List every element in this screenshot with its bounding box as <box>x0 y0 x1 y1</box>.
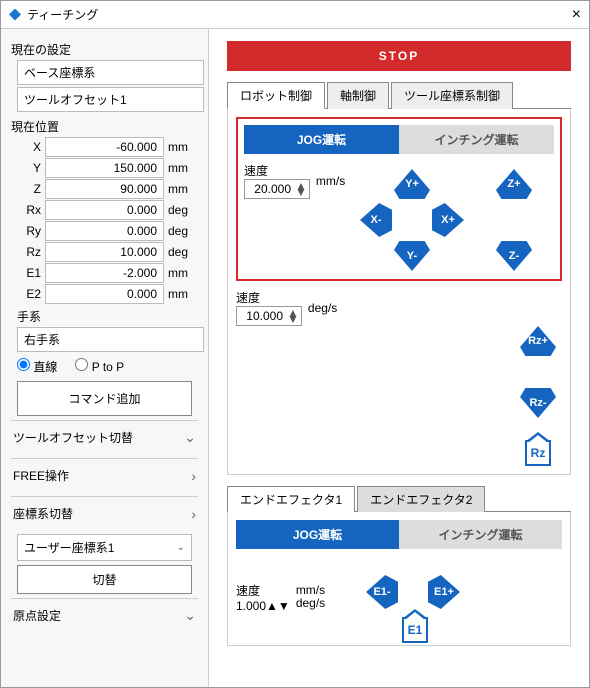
axis-unit: deg <box>168 224 198 238</box>
jog-z-minus[interactable]: Z- <box>496 241 532 271</box>
axis-unit: deg <box>168 203 198 217</box>
tab-ee2[interactable]: エンドエフェクタ2 <box>357 486 485 512</box>
axis-value[interactable]: 90.000 <box>45 179 164 199</box>
tab-axis[interactable]: 軸制御 <box>327 82 389 109</box>
coord-select[interactable]: ユーザー座標系1⌄ <box>17 534 192 561</box>
axis-label: Z <box>11 182 41 196</box>
stop-button[interactable]: STOP <box>227 41 571 71</box>
tab-tool[interactable]: ツール座標系制御 <box>391 82 513 109</box>
jog-rz-plus[interactable]: Rz+ <box>520 326 556 356</box>
seg-inching[interactable]: インチング運転 <box>399 125 554 154</box>
axis-unit: mm <box>168 266 198 280</box>
speed-label: 速度 <box>236 289 302 306</box>
axis-unit: mm <box>168 182 198 196</box>
axis-label: Rx <box>11 203 41 217</box>
jog-x-minus[interactable]: X- <box>360 203 392 237</box>
chevron-right-icon: › <box>191 468 196 484</box>
acc-tool-offset[interactable]: ツールオフセット切替⌄ <box>11 420 198 454</box>
tab-robot[interactable]: ロボット制御 <box>227 82 325 109</box>
home-e1[interactable]: E1 <box>402 617 428 643</box>
axis-unit: mm <box>168 161 198 175</box>
current-position-header: 現在位置 <box>11 118 198 135</box>
acc-origin[interactable]: 原点設定⌄ <box>11 598 198 632</box>
window-title: ティーチング <box>27 6 98 23</box>
jog-z-plus[interactable]: Z+ <box>496 169 532 199</box>
seg-jog-ee[interactable]: JOG運転 <box>236 520 399 549</box>
app-icon <box>9 9 21 21</box>
speed2-input[interactable]: 10.000▲▼ <box>236 306 302 326</box>
radio-line[interactable]: 直線 <box>17 358 57 375</box>
axis-value[interactable]: -60.000 <box>45 137 164 157</box>
jog-y-plus[interactable]: Y+ <box>394 169 430 199</box>
axis-value[interactable]: 0.000 <box>45 284 164 304</box>
ee-unit2: deg/s <box>296 597 325 610</box>
seg-inching-ee[interactable]: インチング運転 <box>399 520 562 549</box>
hand-value[interactable]: 右手系 <box>17 327 204 352</box>
switch-button[interactable]: 切替 <box>17 565 192 594</box>
tool-offset-field[interactable]: ツールオフセット1 <box>17 87 204 112</box>
axis-value[interactable]: 10.000 <box>45 242 164 262</box>
jog-e1-minus[interactable]: E1- <box>366 575 398 609</box>
chevron-down-icon: ⌄ <box>177 542 185 553</box>
acc-coord[interactable]: 座標系切替› <box>11 496 198 530</box>
jog-x-plus[interactable]: X+ <box>432 203 464 237</box>
axis-value[interactable]: 150.000 <box>45 158 164 178</box>
axis-value[interactable]: -2.000 <box>45 263 164 283</box>
hand-header: 手系 <box>17 308 198 325</box>
axis-unit: mm <box>168 140 198 154</box>
axis-label: Ry <box>11 224 41 238</box>
chevron-down-icon: ⌄ <box>184 429 196 446</box>
axis-label: X <box>11 140 41 154</box>
jog-y-minus[interactable]: Y- <box>394 241 430 271</box>
axis-value[interactable]: 0.000 <box>45 221 164 241</box>
axis-value[interactable]: 0.000 <box>45 200 164 220</box>
radio-ptop[interactable]: P to P <box>75 358 124 375</box>
add-command-button[interactable]: コマンド追加 <box>17 381 192 416</box>
chevron-down-icon: ⌄ <box>184 607 196 624</box>
axis-unit: mm <box>168 287 198 301</box>
current-settings-header: 現在の設定 <box>11 41 198 58</box>
speed-label: 速度 <box>236 582 290 599</box>
jog-xyz-box: JOG運転 インチング運転 速度 20.000▲▼ mm/s Y+ Y- X- … <box>236 117 562 281</box>
chevron-right-icon: › <box>191 506 196 522</box>
tab-ee1[interactable]: エンドエフェクタ1 <box>227 486 355 512</box>
axis-label: Rz <box>11 245 41 259</box>
seg-jog[interactable]: JOG運転 <box>244 125 399 154</box>
jog-e1-plus[interactable]: E1+ <box>428 575 460 609</box>
close-icon[interactable]: × <box>572 7 581 23</box>
jog-rz-minus[interactable]: Rz- <box>520 388 556 418</box>
home-rz[interactable]: Rz <box>525 440 551 466</box>
speed-ee-input[interactable]: 1.000▲▼ <box>236 599 290 613</box>
axis-label: E1 <box>11 266 41 280</box>
axis-label: Y <box>11 161 41 175</box>
base-frame-field[interactable]: ベース座標系 <box>17 60 204 85</box>
speed2-unit: deg/s <box>308 301 337 315</box>
axis-unit: deg <box>168 245 198 259</box>
acc-free[interactable]: FREE操作› <box>11 458 198 492</box>
axis-label: E2 <box>11 287 41 301</box>
